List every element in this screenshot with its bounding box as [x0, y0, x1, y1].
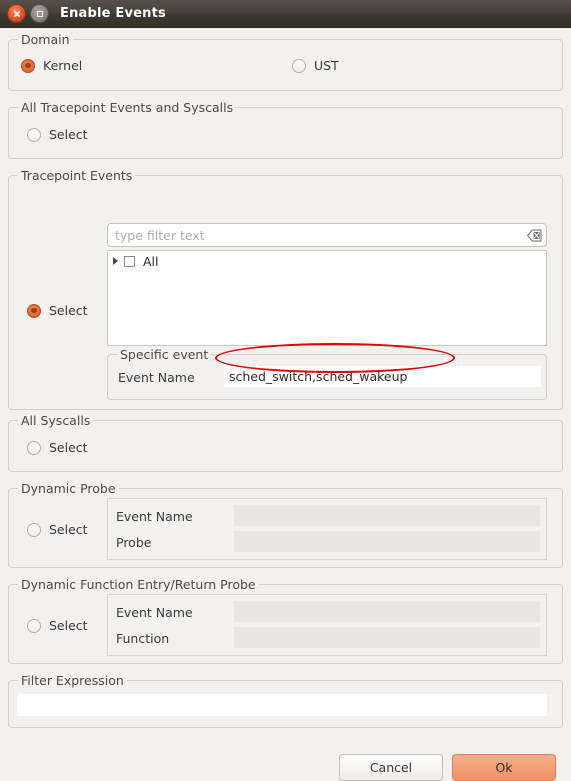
domain-group: Domain Kernel UST: [8, 32, 563, 91]
dynamic-function-probe-event-name-label: Event Name: [116, 605, 193, 620]
event-name-label: Event Name: [118, 370, 195, 385]
ok-button-label: Ok: [495, 760, 513, 775]
tracepoint-events-legend: Tracepoint Events: [18, 168, 136, 183]
filter-expression-group: Filter Expression: [8, 673, 563, 728]
tree-item-all[interactable]: All: [108, 251, 546, 271]
dynamic-probe-event-name-input[interactable]: [234, 505, 540, 526]
radio-dynamic-probe-label: Select: [49, 522, 88, 537]
dynamic-probe-fields: Event Name Probe: [107, 498, 547, 560]
radio-all-syscalls-label: Select: [49, 440, 88, 455]
tracepoint-events-group: Tracepoint Events Select type filter tex…: [8, 168, 563, 410]
dynamic-function-probe-event-name-input[interactable]: [234, 601, 540, 622]
maximize-icon[interactable]: [30, 4, 49, 23]
all-syscalls-legend: All Syscalls: [18, 413, 94, 428]
dynamic-function-probe-legend: Dynamic Function Entry/Return Probe: [18, 577, 259, 592]
radio-all-syscalls-select[interactable]: Select: [27, 440, 88, 455]
radio-tracepoint-events-select[interactable]: Select: [27, 303, 88, 318]
radio-kernel-indicator[interactable]: [21, 58, 35, 73]
radio-all-tracepoints-select[interactable]: Select: [27, 127, 88, 142]
all-tracepoints-group: All Tracepoint Events and Syscalls Selec…: [8, 100, 563, 159]
radio-dynamic-probe-select[interactable]: Select: [27, 522, 88, 537]
radio-dynamic-function-probe-indicator[interactable]: [27, 618, 41, 633]
ok-button[interactable]: Ok: [452, 754, 556, 781]
radio-dynamic-function-probe-select[interactable]: Select: [27, 618, 88, 633]
radio-tracepoint-events-indicator[interactable]: [27, 303, 41, 318]
dynamic-probe-group: Dynamic Probe Select Event Name Probe: [8, 481, 563, 568]
radio-ust-indicator[interactable]: [292, 58, 306, 73]
radio-all-tracepoints-indicator[interactable]: [27, 127, 41, 142]
dynamic-function-probe-function-input[interactable]: [234, 627, 540, 648]
radio-all-tracepoints-label: Select: [49, 127, 88, 142]
dynamic-function-probe-function-label: Function: [116, 631, 170, 646]
title-bar: Enable Events: [0, 0, 571, 28]
enable-events-dialog: Domain Kernel UST All Tracepoint Events …: [0, 28, 571, 781]
filter-expression-legend: Filter Expression: [18, 673, 127, 688]
dynamic-probe-event-name-label: Event Name: [116, 509, 193, 524]
tracepoint-tree[interactable]: All: [107, 250, 547, 346]
specific-event-legend: Specific event: [117, 347, 212, 362]
filter-input-placeholder: type filter text: [115, 227, 205, 243]
cancel-button-label: Cancel: [369, 760, 413, 775]
radio-all-syscalls-indicator[interactable]: [27, 440, 41, 455]
tree-item-all-checkbox[interactable]: [124, 255, 135, 267]
specific-event-group: Specific event Event Name sched_switch,s…: [107, 347, 547, 400]
dynamic-probe-legend: Dynamic Probe: [18, 481, 119, 496]
dynamic-probe-probe-input[interactable]: [234, 531, 540, 552]
radio-kernel-label: Kernel: [43, 58, 83, 73]
dynamic-probe-probe-label: Probe: [116, 535, 152, 550]
filter-input[interactable]: type filter text: [107, 223, 547, 247]
radio-domain-ust[interactable]: UST: [292, 58, 339, 73]
specific-event-name-value: sched_switch,sched_wakeup: [229, 369, 408, 384]
dynamic-function-probe-group: Dynamic Function Entry/Return Probe Sele…: [8, 577, 563, 664]
dynamic-function-probe-fields: Event Name Function: [107, 594, 547, 656]
clear-filter-icon[interactable]: [526, 229, 542, 242]
all-syscalls-group: All Syscalls Select: [8, 413, 563, 472]
specific-event-name-input[interactable]: sched_switch,sched_wakeup: [224, 366, 541, 387]
radio-ust-label: UST: [314, 58, 339, 73]
all-tracepoints-legend: All Tracepoint Events and Syscalls: [18, 100, 237, 115]
radio-dynamic-function-probe-label: Select: [49, 618, 88, 633]
radio-tracepoint-events-label: Select: [49, 303, 88, 318]
radio-domain-kernel[interactable]: Kernel: [21, 58, 82, 73]
domain-group-legend: Domain: [18, 32, 73, 47]
expand-triangle-icon[interactable]: [113, 257, 118, 265]
close-icon[interactable]: [7, 4, 26, 23]
window-title: Enable Events: [60, 6, 166, 21]
tree-item-all-label: All: [143, 253, 159, 269]
filter-expression-input[interactable]: [17, 694, 547, 716]
radio-dynamic-probe-indicator[interactable]: [27, 522, 41, 537]
cancel-button[interactable]: Cancel: [339, 754, 443, 781]
